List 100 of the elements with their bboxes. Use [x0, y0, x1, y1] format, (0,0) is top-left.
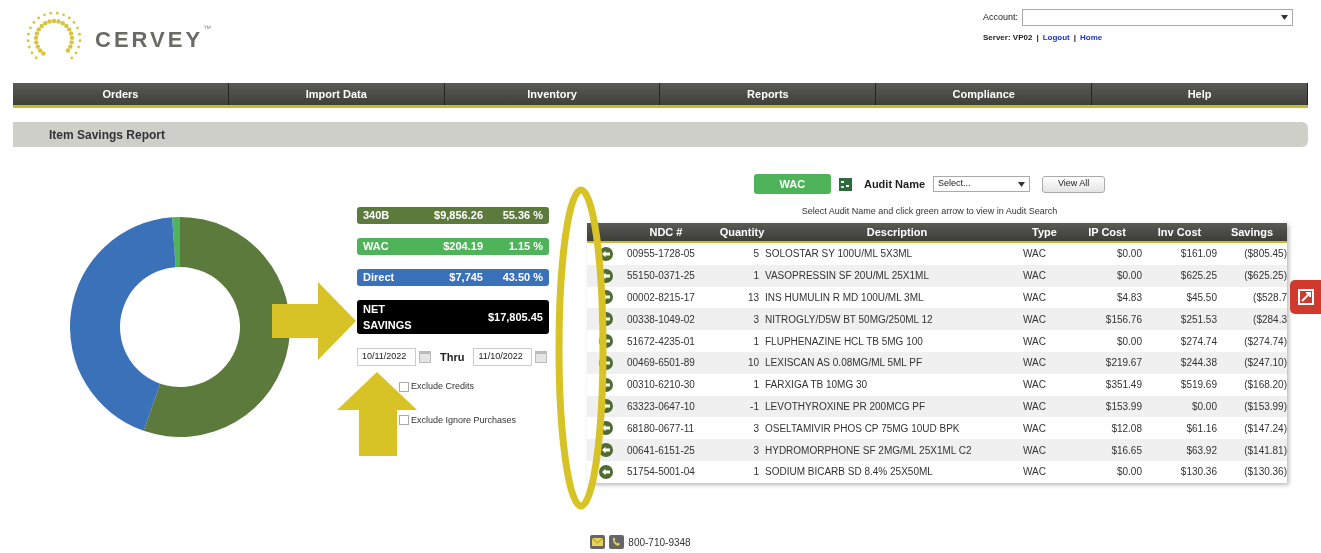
table-cell: SODIUM BICARB SD 8.4% 25X50ML [765, 466, 933, 478]
column-header[interactable]: Type [1017, 223, 1072, 241]
page-title: Item Savings Report [49, 126, 166, 144]
column-header[interactable]: Savings [1217, 223, 1287, 241]
table-cell: $274.74 [1180, 335, 1217, 347]
date-field[interactable]: 10/11/2022 [357, 348, 416, 366]
table-cell: 51672-4235-01 [627, 335, 695, 347]
date-field[interactable]: 11/10/2022 [473, 348, 533, 366]
hint-text: Select Audit Name and click green arrow to view in Audit Search [801, 206, 1058, 216]
table-cell: $625.25 [1180, 270, 1217, 282]
table-cell: WAC [1023, 357, 1046, 369]
audit-select[interactable]: Select... [933, 176, 1031, 192]
table-cell: WAC [1023, 248, 1046, 260]
table-cell: 00955-1728-05 [627, 248, 695, 260]
net-amount: $17,805.45 [487, 309, 543, 325]
table-cell: HYDROMORPHONE SF 2MG/ML 25X1ML C2 [765, 444, 972, 456]
table-cell: 1 [753, 335, 759, 347]
mail-icon[interactable] [590, 535, 606, 550]
table-cell: ($153.99) [1244, 400, 1287, 412]
table-cell: $219.67 [1105, 357, 1142, 369]
legend-label: Direct [363, 270, 396, 286]
table-cell: $63.92 [1186, 444, 1217, 456]
header-link[interactable]: Home [1080, 32, 1103, 44]
floating-button[interactable] [1290, 280, 1321, 314]
header-link[interactable]: Logout [1042, 32, 1070, 44]
nav-item[interactable]: Inventory [444, 83, 661, 105]
table-cell: $161.09 [1180, 248, 1217, 260]
expand-icon [1297, 288, 1315, 306]
column-header[interactable]: IP Cost [1072, 223, 1142, 241]
phone-number: 800-710-9348 [628, 535, 691, 550]
table-cell: $0.00 [1116, 466, 1142, 478]
table-cell: $130.36 [1180, 466, 1217, 478]
nav-item[interactable]: Reports [660, 83, 877, 105]
table-cell: WAC [1023, 400, 1046, 412]
table-cell: 00469-6501-89 [627, 357, 695, 369]
legend-percent: 55.36 % [501, 208, 543, 224]
legend-percent: 1.15 % [507, 239, 543, 255]
table-cell: $0.00 [1191, 400, 1217, 412]
separator: | [1036, 32, 1039, 44]
table-cell: $45.50 [1186, 292, 1217, 303]
table-cell: NITROGLY/D5W BT 50MG/250ML 12 [765, 313, 933, 325]
table-cell: ($130.36) [1244, 466, 1287, 478]
table-cell: INS HUMULIN R MD 100U/ML 3ML [765, 292, 924, 303]
table-cell: WAC [1023, 466, 1046, 478]
nav-item[interactable]: Orders [13, 83, 229, 105]
arrow-left-icon[interactable] [599, 246, 613, 261]
nav-item[interactable]: Import Data [228, 83, 445, 105]
table-cell: ($805.45) [1244, 248, 1287, 260]
table-cell: LEVOTHYROXINE PR 200MCG PF [765, 400, 926, 412]
table-cell: $4.83 [1116, 292, 1142, 303]
table-cell: LEXISCAN AS 0.08MG/ML 5ML PF [765, 357, 923, 369]
caret-icon [1018, 181, 1026, 187]
separator: | [1073, 32, 1076, 44]
phone-icon[interactable] [609, 535, 625, 550]
legend-amount: $204.19 [443, 239, 483, 255]
table-cell: FLUPHENAZINE HCL TB 5MG 100 [765, 335, 923, 347]
nav-item[interactable]: Help [1092, 83, 1308, 105]
audit-label: Audit Name [863, 176, 926, 192]
table-cell: 55150-0371-25 [627, 270, 695, 282]
column-header[interactable]: Quantity [707, 223, 777, 241]
view-all-button[interactable]: View All [1042, 175, 1106, 193]
table-cell: 3 [753, 422, 759, 434]
caret-icon [1281, 15, 1288, 20]
nav-item[interactable]: Compliance [876, 83, 1093, 105]
table-cell: 1 [753, 379, 759, 391]
arrow-left-icon[interactable] [599, 443, 613, 458]
table-cell: SOLOSTAR SY 100U/ML 5X3ML [765, 248, 913, 260]
table-cell: ($141.81) [1244, 444, 1287, 456]
table-cell: $0.00 [1116, 270, 1142, 282]
logo-text: CERVEY [95, 25, 204, 54]
arrow-left-icon[interactable] [599, 464, 613, 479]
table-cell: VASOPRESSIN SF 20U/ML 25X1ML [765, 270, 929, 282]
legend-amount: $9,856.26 [434, 208, 483, 224]
column-header[interactable]: NDC # [625, 223, 707, 241]
spreadsheet-icon[interactable] [838, 177, 852, 191]
table-cell: ($625.25) [1244, 270, 1287, 282]
table-cell: $16.65 [1111, 444, 1142, 456]
trademark: ™ [203, 22, 212, 35]
table-cell: OSELTAMIVIR PHOS CP 75MG 10UD BPK [765, 422, 960, 434]
table-cell: WAC [1023, 270, 1046, 282]
table-cell: 00338-1049-02 [627, 313, 695, 325]
account-label: Account: [983, 10, 1019, 24]
column-header[interactable]: Description [777, 223, 1017, 241]
table-cell: 13 [747, 292, 759, 303]
server-label: Server: VP02 [983, 32, 1033, 44]
column-header[interactable]: Inv Cost [1142, 223, 1217, 241]
checkbox[interactable] [399, 415, 409, 426]
table-cell: $12.08 [1111, 422, 1142, 434]
table-cell: WAC [1023, 335, 1046, 347]
checkbox-label: Exclude Credits [411, 380, 475, 393]
table-cell: 51754-5001-04 [627, 466, 695, 478]
checkbox[interactable] [399, 381, 409, 392]
table-cell: ($528.7 [1253, 292, 1287, 303]
table-cell: WAC [1023, 313, 1046, 325]
net-label: NET SAVINGS [363, 302, 413, 333]
checkbox-label: Exclude Ignore Purchases [411, 413, 517, 427]
table-cell: $251.53 [1180, 313, 1217, 325]
table-cell: 00002-8215-17 [627, 292, 695, 303]
table-cell: $156.76 [1105, 313, 1142, 325]
table-cell: $61.16 [1186, 422, 1217, 434]
